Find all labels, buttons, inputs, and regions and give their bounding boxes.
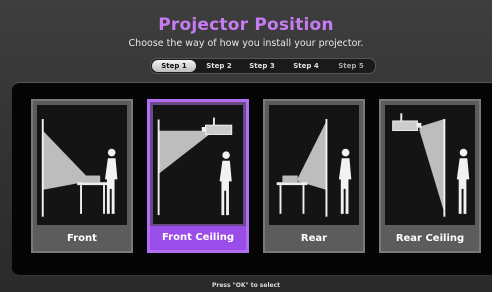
option-front-ceiling[interactable]: Front Ceiling — [147, 99, 249, 253]
option-rear-label: Rear — [265, 227, 363, 251]
projector-position-screen: Projector Position Choose the way of how… — [0, 0, 492, 292]
page-title: Projector Position — [158, 15, 334, 35]
step-3[interactable]: Step 3 — [241, 59, 283, 73]
option-rear[interactable]: Rear — [263, 99, 365, 253]
rear-projection-icon — [269, 105, 359, 225]
front-projection-icon — [37, 105, 127, 225]
step-5[interactable]: Step 5 — [329, 59, 373, 73]
page-subtitle: Choose the way of how you install your p… — [128, 38, 364, 49]
step-4[interactable]: Step 4 — [284, 59, 328, 73]
front-ceiling-projection-icon — [153, 105, 243, 224]
option-front[interactable]: Front — [31, 99, 133, 253]
select-hint: Press "OK" to select — [211, 282, 281, 289]
rear-ceiling-projection-icon — [385, 105, 475, 225]
option-front-label: Front — [33, 227, 131, 251]
step-indicator: Step 1 Step 2 Step 3 Step 4 Step 5 — [150, 58, 376, 74]
option-rear-ceiling-label: Rear Ceiling — [381, 227, 479, 251]
option-rear-ceiling[interactable]: Rear Ceiling — [379, 99, 481, 253]
option-front-ceiling-label: Front Ceiling — [150, 226, 246, 250]
step-2[interactable]: Step 2 — [198, 59, 240, 73]
step-1[interactable]: Step 1 — [152, 60, 196, 72]
